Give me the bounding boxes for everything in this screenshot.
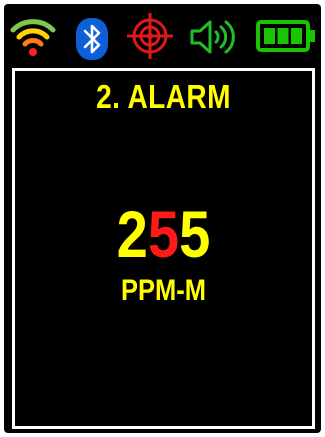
reading-digit: 5 xyxy=(179,197,211,271)
battery-icon xyxy=(256,20,315,52)
wifi-icon xyxy=(10,19,56,56)
target-icon xyxy=(127,13,173,59)
speaker-icon xyxy=(190,20,235,54)
reading-digit-alert: 5 xyxy=(147,197,180,271)
reading-unit: PPM-M xyxy=(121,274,206,307)
status-bar xyxy=(4,4,321,64)
reading-digit: 2 xyxy=(116,197,148,271)
bluetooth-icon xyxy=(76,18,108,60)
gas-reading: 255 xyxy=(37,199,289,269)
mode-title: 2. ALARM xyxy=(96,78,231,115)
readout-screen: 2. ALARM 255 PPM-M xyxy=(12,68,315,429)
device-display: 2. ALARM 255 PPM-M xyxy=(4,4,321,433)
